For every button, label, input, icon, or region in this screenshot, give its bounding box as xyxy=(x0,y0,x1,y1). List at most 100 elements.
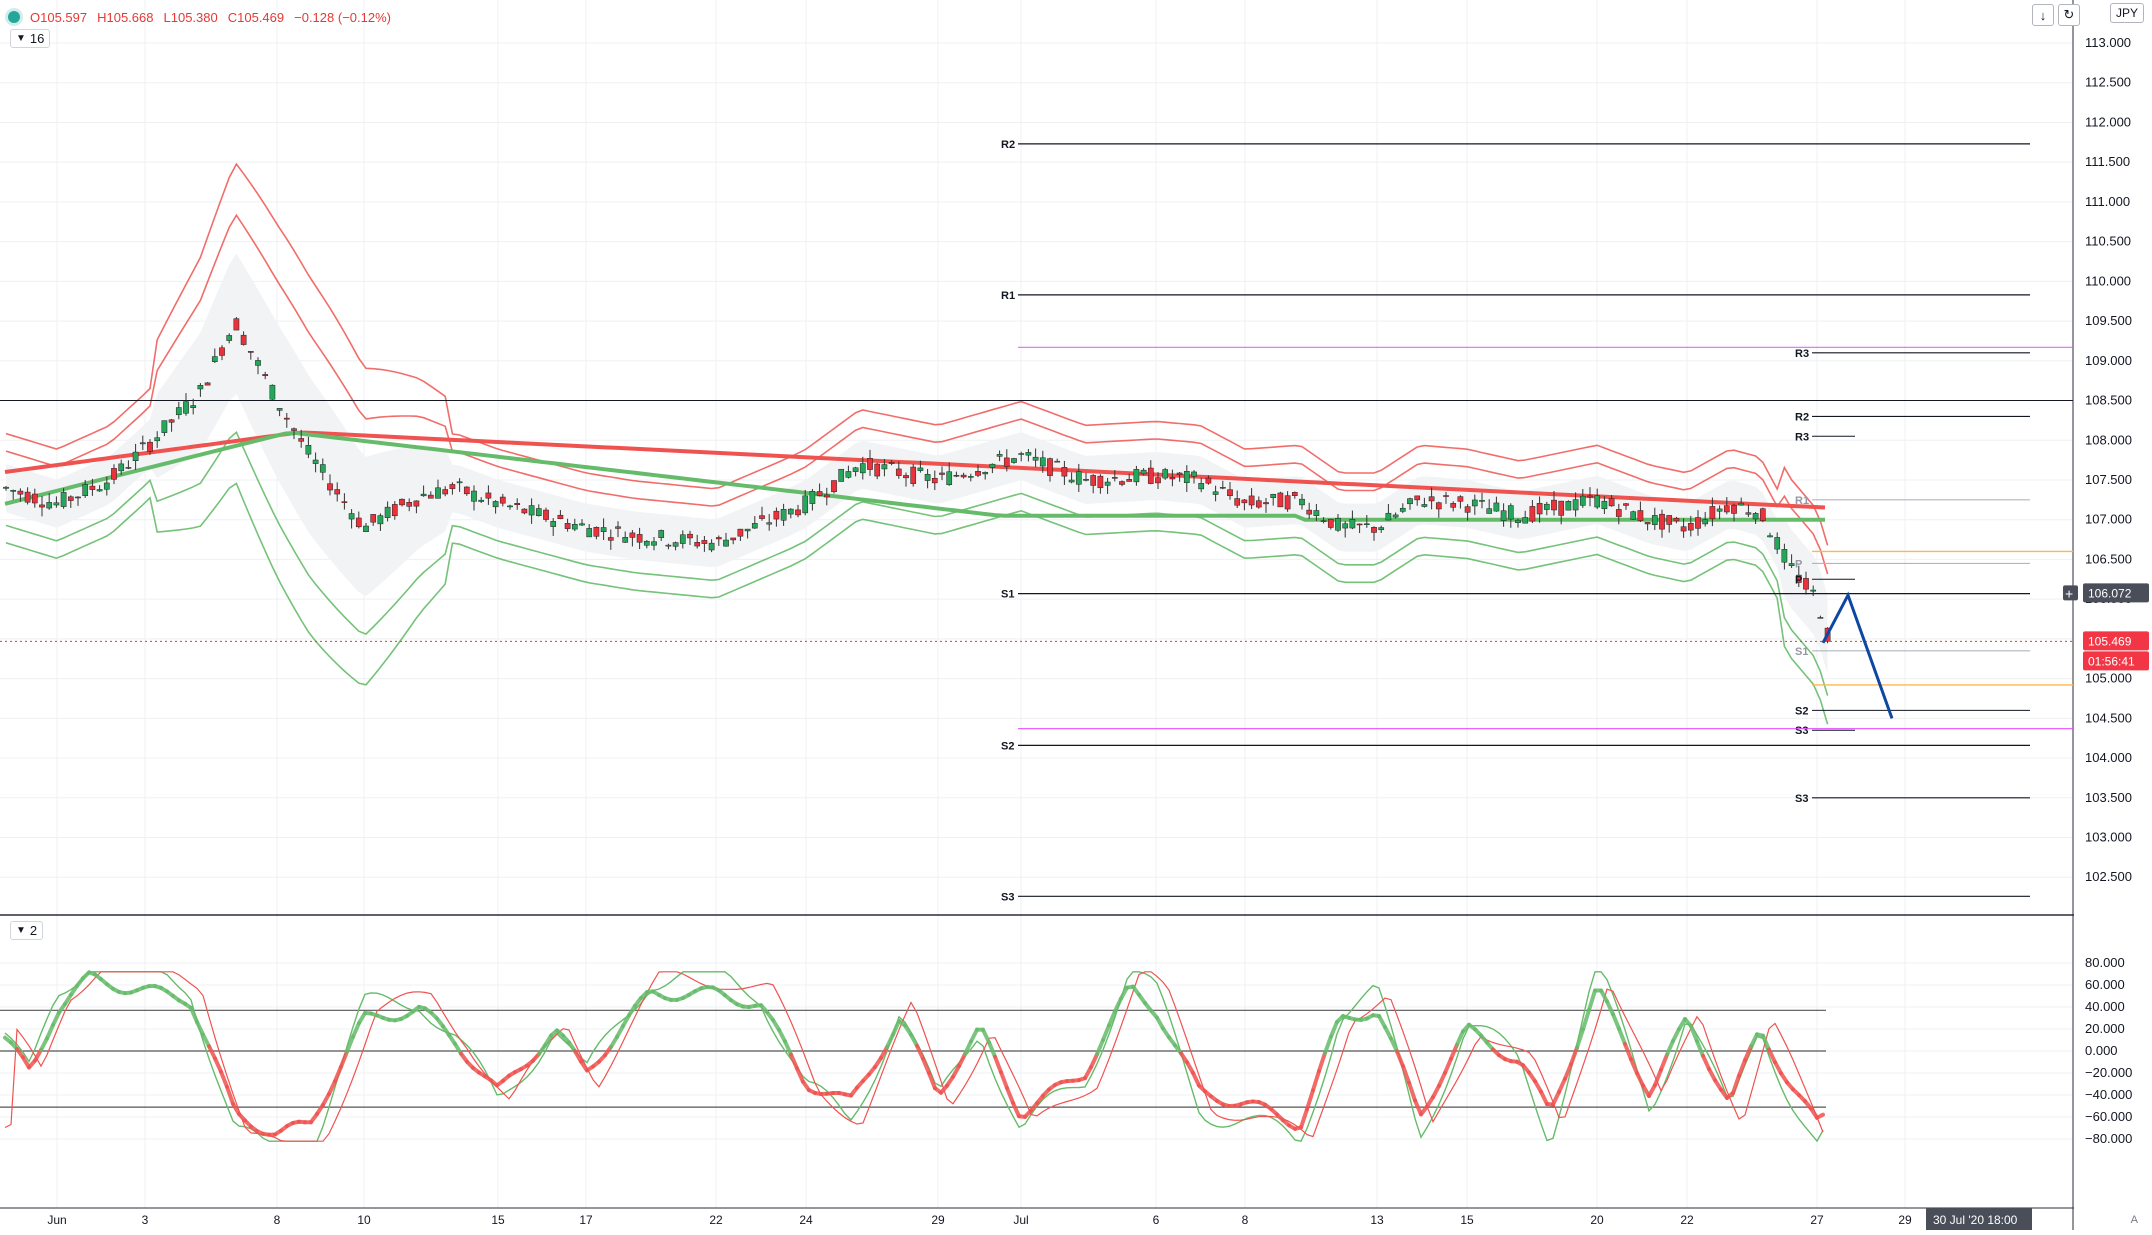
candle-body xyxy=(673,543,678,547)
oscillator-signal-segment xyxy=(989,1042,995,1056)
refresh-button[interactable]: ↻ xyxy=(2058,4,2080,26)
candle-body xyxy=(162,421,167,433)
candle-body xyxy=(1134,469,1139,482)
auto-scale-toggle[interactable]: A xyxy=(2131,1214,2138,1226)
candle-body xyxy=(1487,509,1492,514)
chart-canvas[interactable]: R2R1S1S2S3R3R2R1PS1S2S3R3PS3113.000112.5… xyxy=(0,0,2152,1230)
candle-body xyxy=(1703,520,1708,524)
price-tick-label: 113.000 xyxy=(2085,35,2131,50)
candle-body xyxy=(313,460,318,464)
osc-tick-label: 80.000 xyxy=(2085,955,2125,970)
candle-body xyxy=(651,542,656,545)
candle-body xyxy=(1803,578,1808,589)
candle-body xyxy=(479,500,484,501)
candle-body xyxy=(1256,501,1261,507)
price-tick-label: 111.500 xyxy=(2085,154,2130,169)
candle-body xyxy=(18,491,23,494)
candle-body xyxy=(983,472,988,474)
oscillator-signal-segment xyxy=(1751,1034,1757,1046)
candle-body xyxy=(1091,475,1096,485)
candle-body xyxy=(731,538,736,540)
oscillator-signal-segment xyxy=(1733,1076,1739,1093)
candle-body xyxy=(147,442,152,451)
time-tick-label: 10 xyxy=(357,1213,371,1227)
price-tick-label: 112.500 xyxy=(2085,75,2131,90)
oscillator-signal-segment xyxy=(1571,1048,1577,1065)
daily-pivot-label: R3 xyxy=(1795,431,1809,443)
candle-body xyxy=(414,501,419,506)
candle-body xyxy=(723,540,728,546)
candle-body xyxy=(1400,508,1405,511)
candle-body xyxy=(947,472,952,485)
osc-tick-label: 60.000 xyxy=(2085,977,2125,992)
currency-badge[interactable]: JPY xyxy=(2110,3,2144,23)
price-tick-label: 110.000 xyxy=(2085,273,2131,288)
price-tick-label: 103.000 xyxy=(2085,830,2132,845)
time-tick-label: 6 xyxy=(1153,1213,1160,1227)
candle-body xyxy=(615,527,620,529)
oscillator-signal-segment xyxy=(335,1067,341,1081)
oscillator-signal-segment xyxy=(923,1059,929,1073)
price-tick-label: 107.000 xyxy=(2085,512,2132,527)
price-tick-label: 104.500 xyxy=(2085,710,2132,725)
oscillator-signal-segment xyxy=(1007,1088,1013,1103)
candle-body xyxy=(1127,479,1132,481)
oscillator-signal-segment xyxy=(1193,1073,1199,1086)
candle-body xyxy=(529,506,534,516)
candle-body xyxy=(702,540,707,543)
oscillator-toggle-button[interactable]: ▼ 2 xyxy=(10,921,43,940)
candle-body xyxy=(1436,503,1441,509)
oscillator-signal-segment xyxy=(1439,1073,1445,1086)
monthly-pivot-label: R1 xyxy=(1001,290,1015,302)
osc-tick-label: −40.000 xyxy=(2085,1087,2132,1102)
candle-body xyxy=(1580,496,1585,505)
refresh-icon: ↻ xyxy=(2064,7,2075,23)
price-axis: 113.000112.500112.000111.500111.000110.5… xyxy=(2063,0,2152,1230)
candle-body xyxy=(1566,501,1571,510)
oscillator-signal-segment xyxy=(1553,1092,1559,1104)
legend-high: H105.668 xyxy=(97,10,153,25)
oscillator-signal-segment xyxy=(917,1046,923,1059)
oscillator-signal-segment xyxy=(1559,1079,1565,1092)
candle-body xyxy=(227,335,232,340)
candle-body xyxy=(1314,510,1319,515)
candle-body xyxy=(1343,524,1348,528)
legend-low: L105.380 xyxy=(164,10,218,25)
candle-body xyxy=(1818,617,1823,618)
candle-body xyxy=(896,469,901,476)
candle-body xyxy=(1004,458,1009,466)
main-indicators-toggle-button[interactable]: ▼ 16 xyxy=(10,29,50,48)
candle-body xyxy=(1530,506,1535,521)
candle-body xyxy=(155,438,160,441)
oscillator-signal-segment xyxy=(1655,1070,1661,1085)
oscillator-signal-segment xyxy=(1313,1071,1319,1090)
candle-body xyxy=(61,492,66,506)
candle-body xyxy=(1098,476,1103,488)
candle-body xyxy=(803,496,808,513)
candle-body xyxy=(1515,520,1520,523)
download-button[interactable]: ↓ xyxy=(2032,4,2054,26)
oscillator-signal-segment xyxy=(1667,1041,1673,1055)
candle-body xyxy=(1335,518,1340,530)
candle-body xyxy=(738,529,743,536)
candle-body xyxy=(558,515,563,518)
candle-body xyxy=(551,521,556,526)
chart-root[interactable]: R2R1S1S2S3R3R2R1PS1S2S3R3PS3113.000112.5… xyxy=(0,0,2152,1230)
candle-body xyxy=(349,514,354,520)
price-tick-label: 103.500 xyxy=(2085,790,2132,805)
candle-body xyxy=(1775,537,1780,549)
oscillator-signal-segment xyxy=(1577,1029,1583,1047)
candle-body xyxy=(327,484,332,490)
candle-body xyxy=(342,502,347,503)
candle-body xyxy=(1386,513,1391,520)
candle-body xyxy=(1213,492,1218,495)
candle-body xyxy=(1767,536,1772,537)
candle-body xyxy=(536,508,541,515)
candle-body xyxy=(1544,504,1549,509)
oscillator-count: 2 xyxy=(30,923,37,938)
oscillator-signal-segment xyxy=(1691,1026,1697,1041)
candle-body xyxy=(1415,496,1420,500)
candle-body xyxy=(1407,499,1412,504)
candle-body xyxy=(378,516,383,524)
candle-body xyxy=(320,465,325,473)
